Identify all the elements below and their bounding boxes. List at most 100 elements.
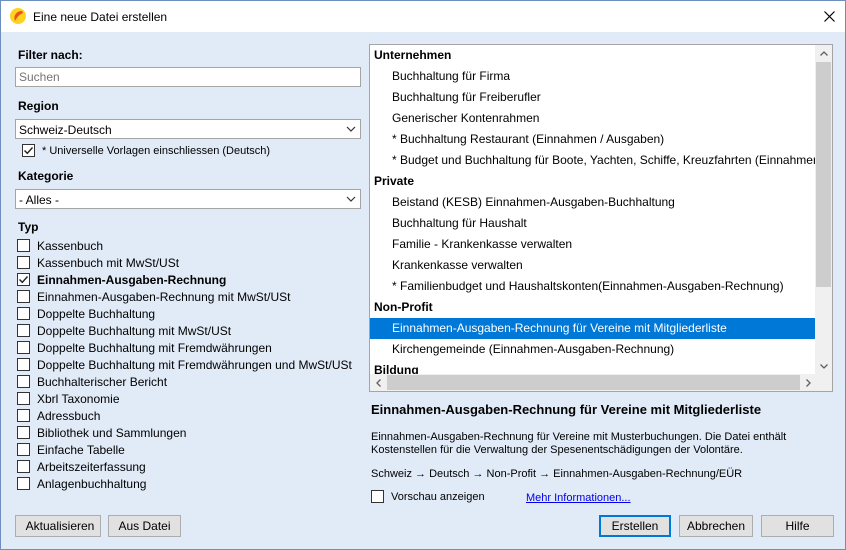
universal-templates-checkbox[interactable]: * Universelle Vorlagen einschliessen (De…: [22, 142, 270, 159]
type-filter-checkbox[interactable]: Doppelte Buchhaltung mit Fremdwährungen: [17, 339, 272, 356]
vertical-scrollbar[interactable]: [815, 45, 832, 375]
template-list-item[interactable]: Buchhaltung für Firma: [370, 66, 817, 87]
dialog-window: Eine neue Datei erstellen Filter nach: R…: [0, 0, 846, 550]
title-bar: Eine neue Datei erstellen: [1, 1, 845, 32]
type-filter-label: Bibliothek und Sammlungen: [37, 425, 187, 440]
checkmark-icon: [19, 276, 29, 284]
template-list-item[interactable]: Beistand (KESB) Einnahmen-Ausgaben-Buchh…: [370, 192, 817, 213]
type-filter-label: Anlagenbuchhaltung: [37, 476, 147, 491]
type-label: Typ: [18, 220, 39, 234]
vertical-scroll-thumb[interactable]: [816, 62, 831, 287]
type-filter-label: Buchhalterischer Bericht: [37, 374, 168, 389]
checkbox-box: [17, 477, 30, 490]
checkbox-box: [22, 144, 35, 157]
help-button[interactable]: Hilfe: [761, 515, 834, 537]
template-group-header: Bildung: [374, 363, 419, 375]
type-filter-label: Doppelte Buchhaltung: [37, 306, 156, 321]
preview-label: Vorschau anzeigen: [391, 490, 485, 503]
checkbox-box: [17, 256, 30, 269]
checkbox-box: [17, 443, 30, 456]
scroll-up-icon[interactable]: [815, 45, 832, 62]
type-filter-label: Doppelte Buchhaltung mit MwSt/USt: [37, 323, 232, 338]
region-select[interactable]: Schweiz-Deutsch: [15, 119, 361, 139]
type-filter-label: Kassenbuch mit MwSt/USt: [37, 255, 180, 270]
checkbox-box: [17, 290, 30, 303]
cancel-button[interactable]: Abbrechen: [679, 515, 753, 537]
type-filter-checkbox[interactable]: Einnahmen-Ausgaben-Rechnung: [17, 271, 226, 288]
horizontal-scroll-thumb[interactable]: [387, 375, 800, 390]
refresh-label: Aktualisieren: [25, 519, 95, 533]
type-filter-checkbox[interactable]: Anlagenbuchhaltung: [17, 475, 146, 492]
scroll-left-icon[interactable]: [370, 374, 387, 391]
template-list[interactable]: Unternehmen Buchhaltung für Firma Buchhalt…: [369, 44, 833, 392]
template-list-item[interactable]: Familie - Krankenkasse verwalten: [370, 234, 817, 255]
create-button[interactable]: Erstellen: [599, 515, 671, 537]
type-filter-checkbox[interactable]: Einnahmen-Ausgaben-Rechnung mit MwSt/USt: [17, 288, 290, 305]
category-select[interactable]: - Alles -: [15, 189, 361, 209]
checkbox-box: [17, 358, 30, 371]
template-group-header: Unternehmen: [374, 48, 452, 62]
template-list-item[interactable]: Buchhaltung für Haushalt: [370, 213, 817, 234]
template-description: Einnahmen-Ausgaben-Rechnung für Vereine …: [371, 431, 787, 456]
from-file-button[interactable]: Aus Datei: [108, 515, 181, 537]
type-filter-checkbox[interactable]: Kassenbuch mit MwSt/USt: [17, 254, 179, 271]
template-list-item[interactable]: * Budget und Buchhaltung für Boote, Yach…: [370, 150, 817, 171]
type-filter-checkbox[interactable]: Doppelte Buchhaltung mit Fremdwährungen …: [17, 356, 352, 373]
template-list-item[interactable]: Generischer Kontenrahmen: [370, 108, 817, 129]
checkbox-box: [17, 307, 30, 320]
template-list-item[interactable]: * Buchhaltung Restaurant (Einnahmen / Au…: [370, 129, 817, 150]
chevron-down-icon: [346, 126, 356, 132]
region-selected-value: Schweiz-Deutsch: [19, 123, 112, 137]
checkmark-icon: [24, 147, 34, 155]
scroll-corner: [815, 374, 832, 391]
filter-label: Filter nach:: [18, 48, 83, 62]
type-filter-checkbox[interactable]: Buchhalterischer Bericht: [17, 373, 167, 390]
more-info-link[interactable]: Mehr Informationen...: [526, 492, 631, 504]
type-filter-label: Einfache Tabelle: [37, 442, 125, 457]
checkbox-box: [17, 239, 30, 252]
chevron-down-icon: [346, 196, 356, 202]
checkbox-box: [17, 324, 30, 337]
category-label: Kategorie: [18, 169, 74, 183]
checkbox-box: [17, 426, 30, 439]
template-list-item[interactable]: Buchhaltung für Freiberufler: [370, 87, 817, 108]
type-filter-checkbox[interactable]: Doppelte Buchhaltung: [17, 305, 155, 322]
type-filter-checkbox[interactable]: Arbeitszeiterfassung: [17, 458, 146, 475]
close-button[interactable]: [813, 1, 845, 32]
template-group-header: Private: [374, 174, 415, 188]
preview-checkbox[interactable]: Vorschau anzeigen: [371, 490, 485, 503]
type-filter-checkbox[interactable]: Xbrl Taxonomie: [17, 390, 120, 407]
type-filter-label: Xbrl Taxonomie: [37, 391, 120, 406]
checkbox-box: [17, 392, 30, 405]
checkbox-box: [17, 341, 30, 354]
type-filter-checkbox[interactable]: Einfache Tabelle: [17, 441, 125, 458]
checkbox-box: [17, 460, 30, 473]
checkbox-box: [371, 490, 384, 503]
type-filter-label: Kassenbuch: [37, 238, 104, 253]
close-icon: [823, 11, 835, 22]
template-list-item[interactable]: * Familienbudget und Haushaltskonten(Ein…: [370, 276, 817, 297]
type-filter-checkbox[interactable]: Bibliothek und Sammlungen: [17, 424, 186, 441]
template-path: Schweiz → Deutsch → Non-Profit → Einnahm…: [371, 468, 743, 480]
horizontal-scrollbar[interactable]: [370, 374, 817, 391]
refresh-button[interactable]: Aktualisieren: [15, 515, 101, 537]
type-filter-label: Doppelte Buchhaltung mit Fremdwährungen: [37, 340, 272, 355]
template-list-item[interactable]: Krankenkasse verwalten: [370, 255, 817, 276]
template-title: Einnahmen-Ausgaben-Rechnung für Vereine …: [371, 402, 762, 417]
template-group-header: Non-Profit: [374, 300, 433, 314]
type-filter-label: Arbeitszeiterfassung: [37, 459, 146, 474]
type-filter-checkbox[interactable]: Adressbuch: [17, 407, 100, 424]
type-filter-checkbox[interactable]: Kassenbuch: [17, 237, 103, 254]
type-filter-checkbox[interactable]: Doppelte Buchhaltung mit MwSt/USt: [17, 322, 231, 339]
type-filter-label: Einnahmen-Ausgaben-Rechnung: [37, 272, 227, 287]
search-input[interactable]: [15, 67, 361, 87]
template-list-item[interactable]: Kirchengemeinde (Einnahmen-Ausgaben-Rech…: [370, 339, 817, 360]
region-label: Region: [18, 99, 59, 113]
scroll-down-icon[interactable]: [815, 358, 832, 375]
type-filter-label: Doppelte Buchhaltung mit Fremdwährungen …: [37, 357, 352, 372]
banana-app-icon: [10, 8, 26, 24]
checkbox-box: [17, 409, 30, 422]
window-title: Eine neue Datei erstellen: [33, 10, 168, 24]
template-list-item[interactable]: Einnahmen-Ausgaben-Rechnung für Vereine …: [370, 318, 817, 339]
universal-templates-label: * Universelle Vorlagen einschliessen (De…: [42, 144, 271, 157]
